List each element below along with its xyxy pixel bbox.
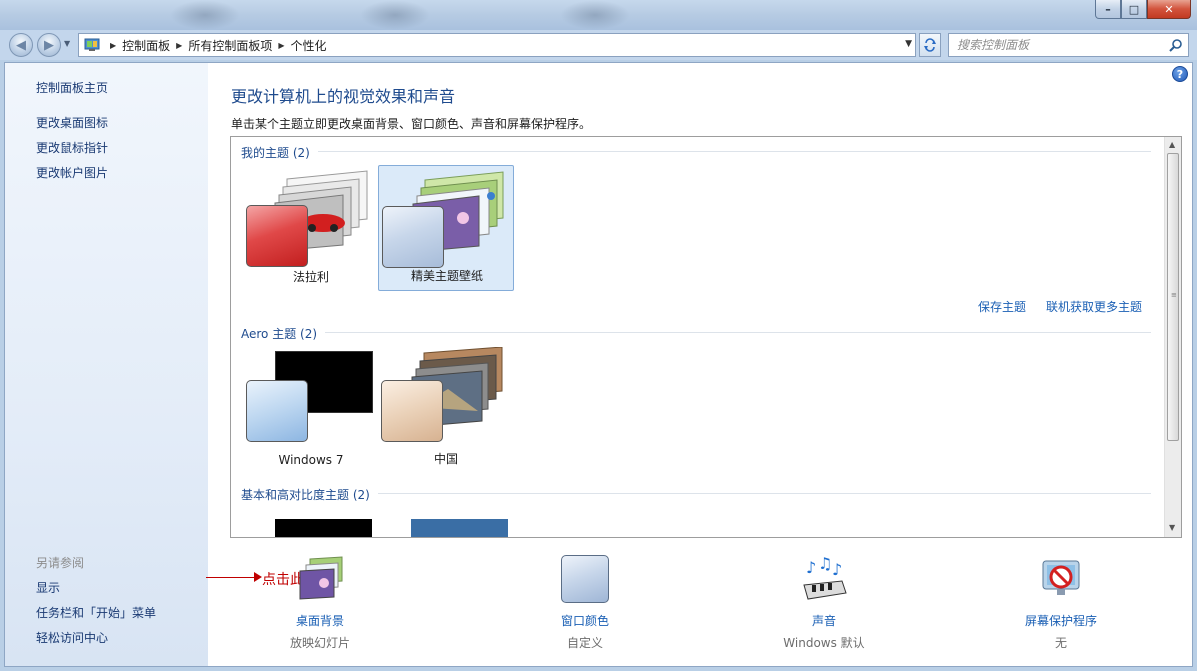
get-more-themes-link[interactable]: 联机获取更多主题 [1046,298,1142,315]
tool-value: 自定义 [566,636,603,650]
sidebar: 控制面板主页 更改桌面图标 更改鼠标指针 更改帐户图片 另请参阅 显示 任务栏和… [5,63,208,666]
breadcrumb-personalization[interactable]: 个性化 [291,37,327,54]
theme-item-wallpaper[interactable]: 精美主题壁纸 [378,165,514,291]
group-divider [241,151,1151,152]
breadcrumb-separator-icon[interactable]: ▶ [176,41,182,50]
refresh-button[interactable] [919,33,941,57]
tool-desktop-background[interactable]: 桌面背景 放映幻灯片 [250,555,390,655]
sidebar-item-control-panel-home[interactable]: 控制面板主页 [36,79,108,96]
tool-name[interactable]: 窗口颜色 [515,612,655,629]
breadcrumb-separator-icon: ▶ [110,40,117,50]
theme-list-scrollbar[interactable]: ▲ ≡ ▼ [1164,137,1181,537]
sidebar-item-change-mouse-pointers[interactable]: 更改鼠标指针 [36,139,108,156]
tool-screen-saver[interactable]: 屏幕保护程序 无 [991,555,1131,655]
theme-item-windows-7[interactable]: Windows 7 [243,347,379,473]
refresh-icon [924,38,936,52]
sounds-icon: ♪ ♫ ♪ [803,555,847,600]
maximize-button[interactable]: □ [1121,0,1147,19]
svg-text:♪: ♪ [806,558,816,577]
back-button[interactable]: ◀ [9,33,33,57]
group-divider [241,332,1151,333]
tool-value: 无 [1054,636,1067,650]
navigation-bar: ◀ ▶ ▼ ▶ 控制面板 ▶ 所有控制面板项 ▶ 个性化 ▼ [0,30,1197,60]
china-color-swatch [381,380,443,442]
wallpaper-color-swatch [382,206,444,268]
search-icon[interactable] [1169,38,1183,52]
tool-window-color[interactable]: 窗口颜色 自定义 [515,555,655,655]
tool-sounds[interactable]: ♪ ♫ ♪ 声音 Windows 默认 [754,555,894,655]
title-bar-decoration [170,0,240,30]
help-button[interactable]: ? [1172,66,1188,82]
sidebar-item-change-desktop-icons[interactable]: 更改桌面图标 [36,114,108,131]
breadcrumb-control-panel[interactable]: 控制面板 [122,37,170,54]
basic-theme-thumbnail[interactable] [411,519,508,537]
scrollbar-grip-icon: ≡ [1171,291,1177,299]
screen-saver-icon [1042,560,1080,595]
tool-name[interactable]: 屏幕保护程序 [991,612,1131,629]
svg-text:♪: ♪ [832,560,842,579]
group-aero-themes: Aero 主题 (2) [241,325,326,342]
tool-value: Windows 默认 [783,636,865,650]
search-input[interactable] [957,38,1167,52]
ferrari-color-swatch [246,205,308,267]
minimize-button[interactable]: – [1095,0,1121,19]
theme-label: Windows 7 [278,453,344,467]
address-bar[interactable]: ▶ 控制面板 ▶ 所有控制面板项 ▶ 个性化 ▼ [78,33,916,57]
breadcrumb-all-items[interactable]: 所有控制面板项 [188,37,272,54]
theme-item-china[interactable]: 中国 [378,347,514,473]
window-color-icon [561,555,609,603]
windows7-color-swatch [246,380,308,442]
see-also-heading: 另请参阅 [36,556,85,570]
basic-theme-thumbnail[interactable] [275,519,372,537]
theme-label: 中国 [433,452,458,466]
address-dropdown-icon[interactable]: ▼ [905,39,912,49]
window-controls: – □ ✕ [1095,0,1191,19]
back-arrow-icon: ◀ [16,37,26,53]
theme-label: 法拉利 [292,270,329,284]
sidebar-item-display[interactable]: 显示 [36,579,60,596]
page-description: 单击某个主题立即更改桌面背景、窗口颜色、声音和屏幕保护程序。 [231,117,592,131]
scroll-down-icon[interactable]: ▼ [1169,523,1175,532]
scroll-up-icon[interactable]: ▲ [1169,140,1175,149]
content-pane: 控制面板主页 更改桌面图标 更改鼠标指针 更改帐户图片 另请参阅 显示 任务栏和… [4,62,1193,667]
tool-name[interactable]: 桌面背景 [250,612,390,629]
desktop-background-icon [299,556,343,600]
breadcrumb-separator-icon[interactable]: ▶ [278,41,284,50]
theme-label: 精美主题壁纸 [410,269,483,283]
theme-list: 我的主题 (2) 法拉利 精美主题壁纸 保存主题 联机获取更多主题 Aero 主… [230,136,1182,538]
recent-pages-dropdown[interactable]: ▼ [64,39,70,48]
close-button[interactable]: ✕ [1147,0,1191,19]
title-bar-decoration [360,0,430,30]
tool-value: 放映幻灯片 [289,636,350,650]
sidebar-item-taskbar-start-menu[interactable]: 任务栏和「开始」菜单 [36,604,156,621]
forward-arrow-icon: ▶ [44,37,54,53]
search-box[interactable] [948,33,1189,57]
scrollbar-thumb[interactable]: ≡ [1167,153,1179,441]
save-theme-link[interactable]: 保存主题 [978,298,1026,315]
page-title: 更改计算机上的视觉效果和声音 [231,87,456,106]
title-bar: – □ ✕ [0,0,1197,30]
forward-button[interactable]: ▶ [37,33,61,57]
sidebar-item-ease-of-access[interactable]: 轻松访问中心 [36,629,108,646]
group-my-themes: 我的主题 (2) [241,144,318,161]
tool-name[interactable]: 声音 [754,612,894,629]
control-panel-icon [84,38,100,51]
theme-item-ferrari[interactable]: 法拉利 [243,165,379,291]
group-basic-themes: 基本和高对比度主题 (2) [241,486,378,503]
title-bar-decoration [560,0,630,30]
sidebar-item-change-account-picture[interactable]: 更改帐户图片 [36,164,108,181]
svg-text:♫: ♫ [818,555,832,573]
